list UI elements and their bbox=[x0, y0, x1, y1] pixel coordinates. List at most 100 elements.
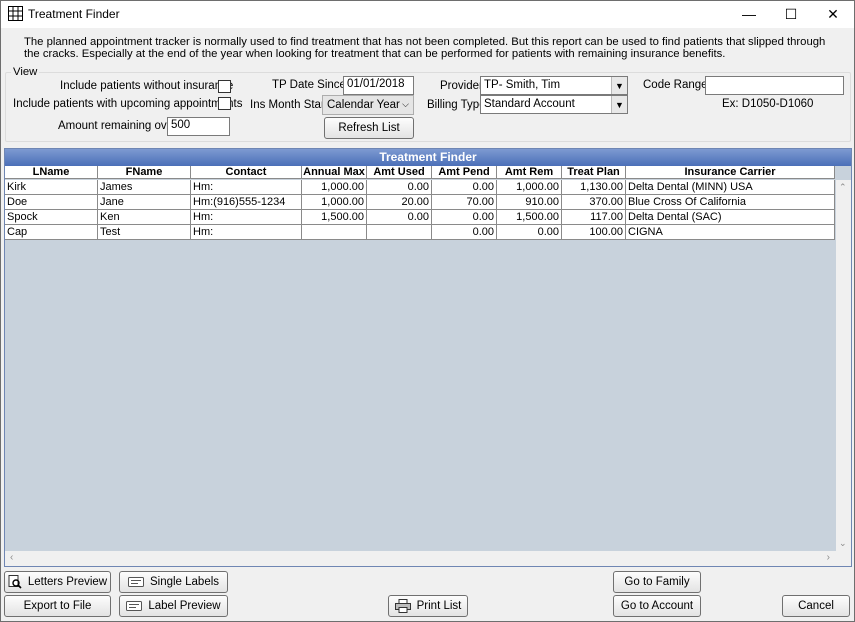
scroll-corner bbox=[836, 551, 851, 566]
refresh-list-label: Refresh List bbox=[338, 122, 400, 134]
export-to-file-button[interactable]: Export to File bbox=[4, 595, 111, 617]
go-to-account-button[interactable]: Go to Account bbox=[613, 595, 701, 617]
printer-icon bbox=[394, 599, 411, 613]
chevron-up-icon[interactable]: ⌃ bbox=[839, 182, 847, 193]
amount-remaining-label: Amount remaining over bbox=[58, 120, 177, 132]
table-cell: 0.00 bbox=[367, 180, 432, 194]
table-cell: CIGNA bbox=[626, 225, 835, 239]
code-range-example: Ex: D1050-D1060 bbox=[722, 98, 814, 110]
table-cell: Test bbox=[98, 225, 191, 239]
refresh-list-button[interactable]: Refresh List bbox=[324, 117, 414, 139]
table-cell: 0.00 bbox=[432, 210, 497, 224]
table-cell bbox=[302, 225, 367, 239]
go-to-family-label: Go to Family bbox=[624, 576, 690, 588]
include-upcoming-label: Include patients with upcoming appointme… bbox=[13, 98, 243, 110]
column-header[interactable]: FName bbox=[98, 166, 191, 178]
label-preview-button[interactable]: Label Preview bbox=[119, 595, 228, 617]
code-range-input[interactable] bbox=[705, 76, 844, 95]
letters-preview-label: Letters Preview bbox=[27, 576, 108, 588]
magnifier-icon bbox=[8, 575, 22, 589]
table-cell: Hm: bbox=[191, 210, 302, 224]
table-row[interactable]: Kirk James Hm: 1,000.00 0.00 0.00 1,000.00 1,13… bbox=[5, 180, 835, 195]
include-upcoming-checkbox[interactable] bbox=[218, 97, 231, 110]
table-cell: 1,000.00 bbox=[497, 180, 562, 194]
grid-title: Treatment Finder bbox=[5, 149, 851, 166]
window-title: Treatment Finder bbox=[28, 7, 120, 21]
table-cell: 100.00 bbox=[562, 225, 626, 239]
chevron-left-icon[interactable]: ‹ bbox=[10, 552, 13, 563]
provider-select[interactable]: TP- Smith, Tim ▼ bbox=[480, 76, 628, 95]
table-cell: 370.00 bbox=[562, 195, 626, 209]
column-header[interactable]: Amt Used bbox=[367, 166, 432, 178]
single-labels-label: Single Labels bbox=[149, 576, 220, 588]
column-header[interactable]: Contact bbox=[191, 166, 302, 178]
column-header[interactable]: Insurance Carrier bbox=[626, 166, 835, 178]
table-cell: Delta Dental (MINN) USA bbox=[626, 180, 835, 194]
table-cell: 1,000.00 bbox=[302, 180, 367, 194]
table-cell: 1,000.00 bbox=[302, 195, 367, 209]
table-cell: 910.00 bbox=[497, 195, 562, 209]
column-header[interactable]: LName bbox=[5, 166, 98, 178]
go-to-family-button[interactable]: Go to Family bbox=[613, 571, 701, 593]
table-cell: 1,500.00 bbox=[302, 210, 367, 224]
description-text: The planned appointment tracker is norma… bbox=[24, 36, 826, 60]
code-range-label: Code Range bbox=[643, 79, 708, 91]
table-cell: Kirk bbox=[5, 180, 98, 194]
column-header[interactable]: Treat Plan bbox=[562, 166, 626, 178]
billing-type-select[interactable]: Standard Account ▼ bbox=[480, 95, 628, 114]
column-header[interactable]: Amt Rem bbox=[497, 166, 562, 178]
provider-value: TP- Smith, Tim bbox=[484, 79, 561, 91]
billing-type-label: Billing Type bbox=[427, 99, 486, 111]
label-icon bbox=[127, 577, 144, 587]
table-row[interactable]: Doe Jane Hm:(916)555-1234 1,000.00 20.00 70.0… bbox=[5, 195, 835, 210]
view-legend: View bbox=[11, 66, 40, 78]
grid-body: Kirk James Hm: 1,000.00 0.00 0.00 1,000.00 1,13… bbox=[5, 180, 835, 240]
column-header[interactable]: Annual Max bbox=[302, 166, 367, 178]
table-cell: 0.00 bbox=[497, 225, 562, 239]
table-cell: Jane bbox=[98, 195, 191, 209]
table-cell: Cap bbox=[5, 225, 98, 239]
table-cell: 0.00 bbox=[367, 210, 432, 224]
ins-month-start-value: Calendar Year bbox=[327, 99, 400, 111]
tp-date-since-input[interactable]: 01/01/2018 bbox=[343, 76, 414, 95]
chevron-right-icon[interactable]: › bbox=[827, 552, 830, 563]
letters-preview-button[interactable]: Letters Preview bbox=[4, 571, 111, 593]
chevron-down-icon: ▼ bbox=[611, 96, 627, 113]
label-icon bbox=[126, 601, 143, 611]
cancel-button[interactable]: Cancel bbox=[782, 595, 850, 617]
cancel-label: Cancel bbox=[798, 600, 834, 612]
table-cell: 0.00 bbox=[432, 180, 497, 194]
table-cell: Hm:(916)555-1234 bbox=[191, 195, 302, 209]
chevron-down-icon[interactable]: ⌄ bbox=[839, 538, 847, 549]
minimize-button[interactable]: — bbox=[728, 0, 770, 28]
table-cell: 117.00 bbox=[562, 210, 626, 224]
ins-month-start-label: Ins Month Start bbox=[250, 99, 328, 111]
table-cell: 1,130.00 bbox=[562, 180, 626, 194]
treatment-grid: Treatment Finder LName FName Contact Annual… bbox=[4, 148, 852, 567]
include-without-insurance-label: Include patients without insurance bbox=[60, 80, 234, 92]
export-to-file-label: Export to File bbox=[23, 600, 92, 612]
chevron-down-icon: ▼ bbox=[611, 77, 627, 94]
column-header[interactable]: Amt Pend bbox=[432, 166, 497, 178]
grid-icon bbox=[8, 6, 23, 21]
table-cell bbox=[367, 225, 432, 239]
table-row[interactable]: Spock Ken Hm: 1,500.00 0.00 0.00 1,500.00 117.0… bbox=[5, 210, 835, 225]
table-cell: Hm: bbox=[191, 225, 302, 239]
table-cell: 70.00 bbox=[432, 195, 497, 209]
vertical-scrollbar[interactable]: ⌃ ⌄ bbox=[836, 180, 851, 551]
table-row[interactable]: Cap Test Hm: 0.00 0.00 100.00 CIGNA bbox=[5, 225, 835, 240]
ins-month-start-select[interactable]: Calendar Year ⌵ bbox=[322, 95, 414, 115]
maximize-button[interactable]: ☐ bbox=[770, 0, 812, 28]
print-list-label: Print List bbox=[416, 600, 462, 612]
table-cell: 20.00 bbox=[367, 195, 432, 209]
table-cell: Delta Dental (SAC) bbox=[626, 210, 835, 224]
amount-remaining-input[interactable]: 500 bbox=[167, 117, 230, 136]
table-cell: Blue Cross Of California bbox=[626, 195, 835, 209]
print-list-button[interactable]: Print List bbox=[388, 595, 468, 617]
table-cell: Ken bbox=[98, 210, 191, 224]
horizontal-scrollbar[interactable]: ‹ › bbox=[5, 551, 851, 566]
go-to-account-label: Go to Account bbox=[620, 600, 694, 612]
include-without-insurance-checkbox[interactable] bbox=[218, 80, 231, 93]
close-button[interactable]: ✕ bbox=[812, 0, 854, 28]
single-labels-button[interactable]: Single Labels bbox=[119, 571, 228, 593]
